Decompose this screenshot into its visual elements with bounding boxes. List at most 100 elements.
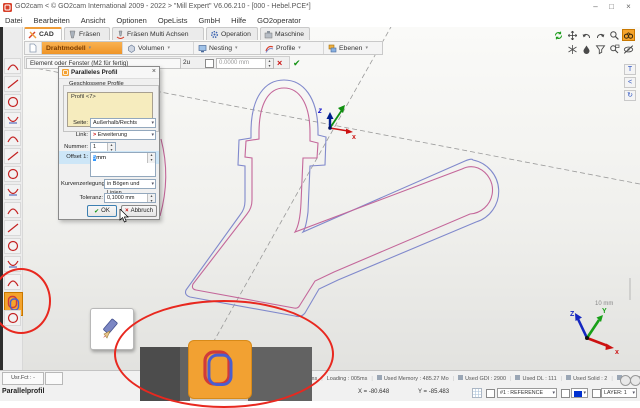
nummer-label: Nummer: xyxy=(61,144,88,150)
visibility-icon[interactable] xyxy=(622,43,635,55)
parallel-profile-app-icon[interactable] xyxy=(188,340,252,399)
tool-line-tool[interactable] xyxy=(4,76,21,92)
tool-trim-tool[interactable] xyxy=(4,220,21,236)
ribbon-item-nesting[interactable]: Nesting▾ xyxy=(194,42,261,54)
color-checkbox[interactable] xyxy=(561,389,570,398)
tool-arc-tool[interactable] xyxy=(4,112,21,128)
tool-chamfer-tool[interactable] xyxy=(4,184,21,200)
cancel-icon[interactable]: × xyxy=(277,57,282,69)
rotate-view-button[interactable]: ↻ xyxy=(624,90,636,101)
tab-operation[interactable]: Operation xyxy=(206,27,258,40)
ribbon-item-drahtmodell[interactable]: Drahtmodell▾ xyxy=(42,42,123,54)
menu-item-bearbeiten[interactable]: Bearbeiten xyxy=(34,16,70,25)
ok-button[interactable]: ✔OK xyxy=(87,205,117,217)
offset-list-box[interactable]: 5mm ▴▾ xyxy=(90,152,156,177)
zoom-window-icon[interactable] xyxy=(608,43,621,55)
reference-value: #1 : REFERENCE xyxy=(500,390,543,396)
title-bar: GO2cam < © GO2cam International 2009 - 2… xyxy=(0,0,640,15)
grid-icon[interactable] xyxy=(472,388,482,398)
funnel-icon[interactable] xyxy=(594,43,607,55)
dialog-icon xyxy=(62,69,69,76)
dialog-title-bar[interactable]: Paralleles Profil × xyxy=(59,67,159,79)
spinner-control[interactable]: ▴▾ xyxy=(265,59,273,68)
layer-checkbox[interactable] xyxy=(592,389,601,398)
options-tool-icon[interactable] xyxy=(630,375,640,386)
pan-icon[interactable] xyxy=(566,29,579,41)
tolerance-checkbox[interactable] xyxy=(205,59,214,68)
spinner-control[interactable]: ▴▾ xyxy=(107,143,115,151)
menu-item-opelists[interactable]: OpeLists xyxy=(158,16,188,25)
check-icon: ✔ xyxy=(94,208,99,215)
chevron-down-icon[interactable]: ▾ xyxy=(235,45,238,51)
tool-extend-tool[interactable] xyxy=(4,238,21,254)
tab-fraesen-multi-achsen[interactable]: Fräsen Multi Achsen xyxy=(112,27,204,40)
tab-maschine[interactable]: Maschine xyxy=(260,27,310,40)
tool-point-tool[interactable] xyxy=(4,58,21,74)
tool-composite-curve-tool[interactable] xyxy=(4,310,21,326)
tool-offset-tool[interactable] xyxy=(4,202,21,218)
metric-item: Used Memory : 485.27 Mo xyxy=(377,375,449,382)
status-bar: Usr.Fct : - Drawing : 000ms|Loading : 00… xyxy=(0,370,640,401)
tab-cad[interactable]: CAD xyxy=(24,27,62,40)
tolerance-input[interactable]: 0.0000 mm▴▾ xyxy=(216,58,274,69)
menu-item-gmbh[interactable]: GmbH xyxy=(198,16,220,25)
collapse-panel-button[interactable]: < xyxy=(624,77,636,88)
chevron-down-icon[interactable]: ▾ xyxy=(298,45,301,51)
text-panel-button[interactable]: T xyxy=(624,64,636,75)
wireframe-icon[interactable] xyxy=(566,43,579,55)
layer-select[interactable]: LAYER: 1▾ xyxy=(601,388,637,398)
reference-checkbox[interactable] xyxy=(486,389,495,398)
menu-item-ansicht[interactable]: Ansicht xyxy=(81,16,106,25)
reference-select[interactable]: #1 : REFERENCE▾ xyxy=(497,388,557,398)
link-value: Erweiterung xyxy=(98,132,127,138)
tool-fillet-tool[interactable] xyxy=(4,166,21,182)
tool-spline-tool[interactable] xyxy=(4,130,21,146)
profile-list-item[interactable]: Profil <7> xyxy=(71,94,96,100)
menu-item-optionen[interactable]: Optionen xyxy=(116,16,146,25)
spinner-control[interactable]: ▴▾ xyxy=(147,194,155,202)
dialog-close-icon[interactable]: × xyxy=(152,68,156,75)
minimize-button[interactable]: – xyxy=(589,1,602,13)
refresh-icon[interactable] xyxy=(552,29,565,41)
ribbon-label: Profile xyxy=(276,45,295,52)
chevron-down-icon[interactable]: ▾ xyxy=(365,45,368,51)
ribbon-item-ebenen[interactable]: Ebenen▾ xyxy=(324,42,382,54)
ribbon-item-profile[interactable]: Profile▾ xyxy=(261,42,324,54)
offset-value-unit[interactable]: mm xyxy=(96,155,106,161)
menu-item-datei[interactable]: Datei xyxy=(5,16,23,25)
seite-select[interactable]: Außerhalb/Rechts▾ xyxy=(90,118,156,128)
offset-profile-outer[interactable] xyxy=(186,80,499,317)
tool-mirror-tool[interactable] xyxy=(4,256,21,272)
ribbon-item-volumen[interactable]: Volumen▾ xyxy=(123,42,194,54)
redo-icon[interactable] xyxy=(594,29,607,41)
profile-fragment[interactable] xyxy=(160,139,166,216)
color-select[interactable]: ▾ xyxy=(571,388,588,398)
tool-ellipse-tool[interactable] xyxy=(4,148,21,164)
tab-fraesen[interactable]: Fräsen xyxy=(64,27,110,40)
tool-transform-tool[interactable] xyxy=(4,274,21,290)
machine-icon xyxy=(264,30,273,39)
close-button[interactable]: × xyxy=(622,1,635,13)
tool-circle-tool[interactable] xyxy=(4,94,21,110)
profile-inner[interactable] xyxy=(192,88,492,308)
fill-icon[interactable] xyxy=(580,43,593,55)
nesting-icon xyxy=(198,44,207,53)
maximize-button[interactable]: □ xyxy=(605,1,618,13)
kurven-select[interactable]: in Bögen und Linien▾ xyxy=(104,179,156,189)
dialog-title: Paralleles Profil xyxy=(71,69,117,76)
chevron-down-icon[interactable]: ▾ xyxy=(89,45,92,51)
zoom-icon[interactable] xyxy=(608,29,621,41)
menu-item-go2operator[interactable]: GO2operator xyxy=(257,16,301,25)
toleranz-input[interactable]: 0,1000 mm▴▾ xyxy=(104,193,156,203)
nav-axis-triad[interactable]: Z Y x xyxy=(570,308,619,356)
undo-icon[interactable] xyxy=(580,29,593,41)
link-select[interactable]: > Erweiterung▾ xyxy=(90,130,156,140)
seite-label: Seite: xyxy=(61,120,88,126)
new-document-button[interactable] xyxy=(25,42,42,54)
confirm-icon[interactable]: ✔ xyxy=(293,57,301,69)
menu-item-hilfe[interactable]: Hilfe xyxy=(231,16,246,25)
chevron-down-icon[interactable]: ▾ xyxy=(167,45,170,51)
layer-value: LAYER: 1 xyxy=(604,390,627,396)
spinner-control[interactable]: ▴▾ xyxy=(147,153,155,163)
search-icon[interactable] xyxy=(622,29,635,41)
